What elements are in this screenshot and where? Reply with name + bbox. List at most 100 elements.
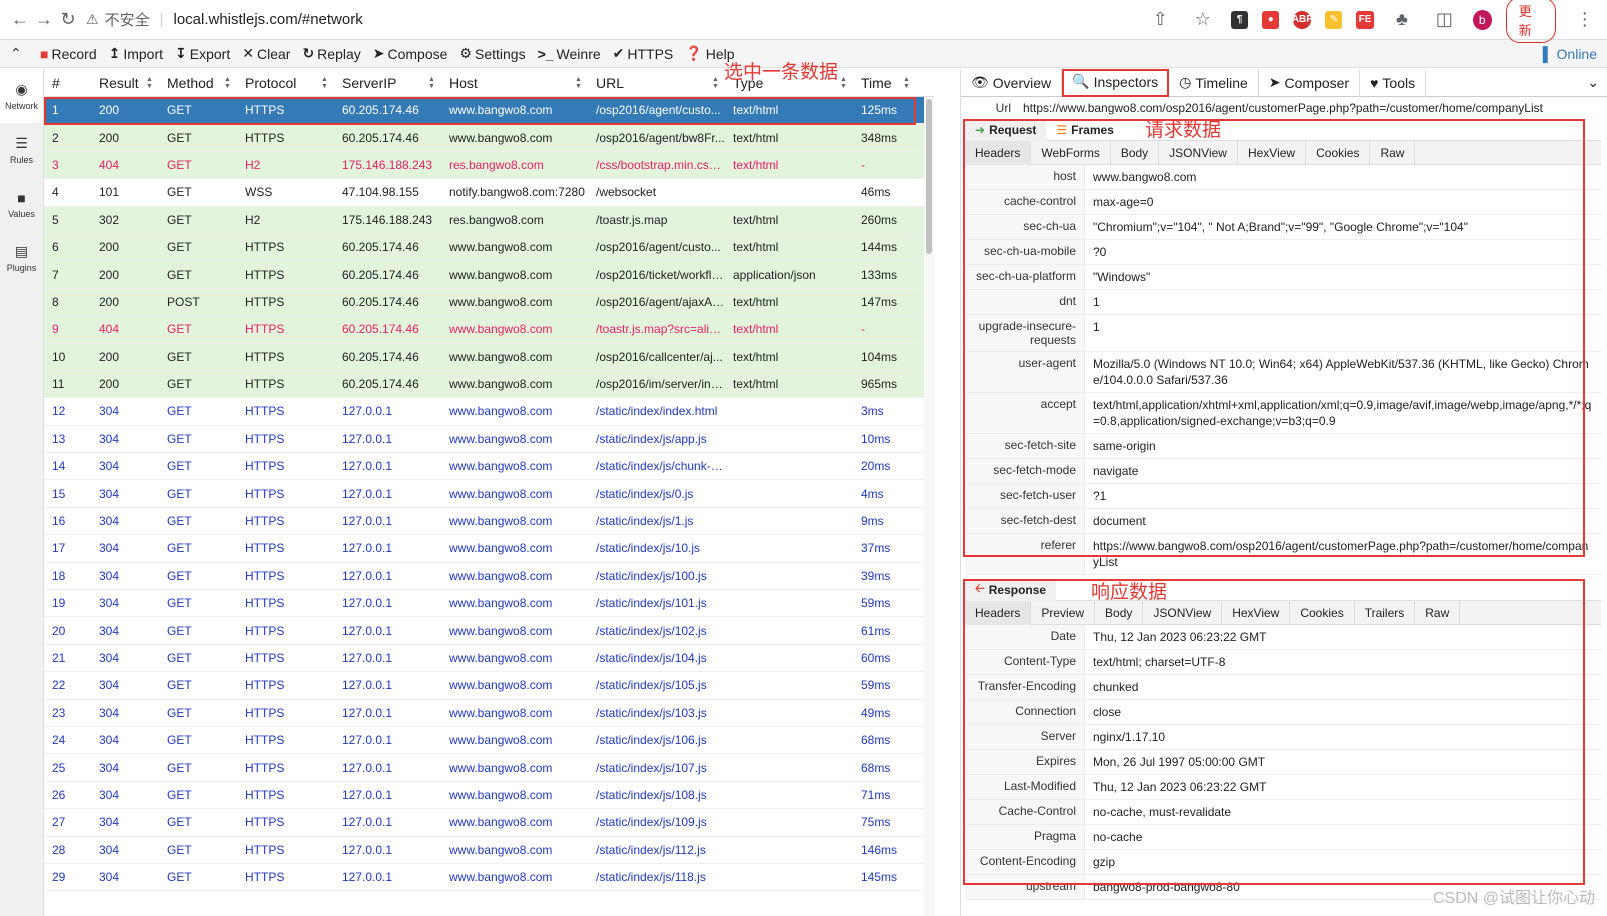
https-button[interactable]: ✔ HTTPS <box>613 45 674 62</box>
request-subtab-body[interactable]: Body <box>1111 140 1160 165</box>
update-button[interactable]: 更新 <box>1505 0 1557 43</box>
request-subtab-cookies[interactable]: Cookies <box>1306 140 1371 165</box>
table-row[interactable]: 8 200 POST HTTPS 60.205.174.46 www.bangwo8.co… <box>44 288 934 317</box>
table-row[interactable]: 23 304 GET HTTPS 127.0.0.1 www.bangwo8.com/st… <box>44 700 934 727</box>
back-icon[interactable]: ← <box>8 5 32 35</box>
extensions-puzzle-icon[interactable]: ♣ <box>1388 5 1417 35</box>
extension-icon[interactable]: ¶ <box>1231 10 1249 29</box>
scrollbar-thumb[interactable] <box>926 99 932 254</box>
request-subtab-webforms[interactable]: WebForms <box>1031 140 1111 165</box>
compose-button[interactable]: ➤ Compose <box>373 45 448 62</box>
address-bar[interactable]: ⚠ 不安全 | local.whistlejs.com/#network <box>86 5 1146 35</box>
table-row[interactable]: 4 101 GET WSS 47.104.98.155 notify.bangwo8.co… <box>44 179 934 207</box>
tab-frames[interactable]: ☰ Frames <box>1046 119 1123 141</box>
table-row[interactable]: 10 200 GET HTTPS 60.205.174.46 www.bangwo8.co… <box>44 343 934 371</box>
col-time-header[interactable]: Time ▲▼ <box>853 75 916 91</box>
sort-icon[interactable]: ▲▼ <box>321 76 328 90</box>
request-subtab-hexview[interactable]: HexView <box>1238 140 1307 165</box>
table-row[interactable]: 15 304 GET HTTPS 127.0.0.1 www.bangwo8.com/st… <box>44 480 934 508</box>
table-row[interactable]: 22 304 GET HTTPS 127.0.0.1 www.bangwo8.com/st… <box>44 672 934 700</box>
table-row[interactable]: 16 304 GET HTTPS 127.0.0.1 www.bangwo8.com/st… <box>44 508 934 536</box>
request-subtab-jsonview[interactable]: JSONView <box>1159 140 1238 165</box>
sort-icon[interactable]: ▲▼ <box>146 76 153 90</box>
table-row[interactable]: 26 304 GET HTTPS 127.0.0.1 www.bangwo8.com/st… <box>44 782 934 810</box>
clear-button[interactable]: ✕ Clear <box>242 45 290 62</box>
nav-network[interactable]: ◉ Network <box>0 69 43 123</box>
table-row[interactable]: 24 304 GET HTTPS 127.0.0.1 www.bangwo8.com/st… <box>44 727 934 755</box>
response-subtab-trailers[interactable]: Trailers <box>1355 600 1416 625</box>
menu-kebab-icon[interactable]: ⋮ <box>1570 5 1599 35</box>
tab-inspectors[interactable]: 🔍 Inspectors <box>1062 68 1170 97</box>
nav-values[interactable]: ■ Values <box>0 177 43 231</box>
record-button[interactable]: ■ Record <box>40 46 97 62</box>
tab-timeline[interactable]: ◷ Timeline <box>1169 68 1259 97</box>
response-subtab-hexview[interactable]: HexView <box>1222 600 1291 625</box>
sort-icon[interactable]: ▲▼ <box>224 76 231 90</box>
tab-request[interactable]: ➜ Request <box>965 118 1047 141</box>
table-row[interactable]: 20 304 GET HTTPS 127.0.0.1 www.bangwo8.com/st… <box>44 617 934 645</box>
adblock-icon[interactable]: ABP <box>1292 10 1313 29</box>
table-row[interactable]: 3 404 GET H2 175.146.188.243 res.bangwo8.com /… <box>44 151 934 180</box>
import-button[interactable]: ↥ Import <box>109 45 163 62</box>
table-row[interactable]: 6 200 GET HTTPS 60.205.174.46 www.bangwo8.com… <box>44 233 934 262</box>
sort-icon[interactable]: ▲▼ <box>428 76 435 90</box>
sidepanel-icon[interactable]: ◫ <box>1430 5 1459 35</box>
col-url-header[interactable]: URL ▲▼ <box>588 75 725 91</box>
table-row[interactable]: 17 304 GET HTTPS 127.0.0.1 www.bangwo8.com/st… <box>44 535 934 563</box>
sort-icon[interactable]: ▲▼ <box>575 76 582 90</box>
request-subtab-headers[interactable]: Headers <box>965 140 1032 165</box>
table-row[interactable]: 12 304 GET HTTPS 127.0.0.1 www.bangwo8.com/st… <box>44 398 934 426</box>
table-row[interactable]: 5 302 GET H2 175.146.188.243 res.bangwo8.com /… <box>44 206 934 234</box>
table-row[interactable]: 21 304 GET HTTPS 127.0.0.1 www.bangwo8.com/st… <box>44 645 934 673</box>
extension-icon[interactable]: ✎ <box>1325 10 1343 29</box>
replay-button[interactable]: ↻ Replay <box>302 45 360 62</box>
reload-icon[interactable]: ↻ <box>56 5 80 35</box>
table-row[interactable]: 7 200 GET HTTPS 60.205.174.46 www.bangwo8.com… <box>44 261 934 289</box>
avatar[interactable]: b <box>1472 9 1492 30</box>
request-subtab-raw[interactable]: Raw <box>1370 140 1416 165</box>
table-row[interactable]: 14 304 GET HTTPS 127.0.0.1 www.bangwo8.com/st… <box>44 453 934 481</box>
table-row[interactable]: 18 304 GET HTTPS 127.0.0.1 www.bangwo8.com/st… <box>44 563 934 591</box>
tab-composer[interactable]: ➤ Composer <box>1259 68 1361 97</box>
table-row[interactable]: 2 200 GET HTTPS 60.205.174.46 www.bangwo8.com… <box>44 124 934 152</box>
export-button[interactable]: ↧ Export <box>175 45 230 62</box>
tab-tools[interactable]: ♥ Tools <box>1360 68 1427 97</box>
bookmark-star-icon[interactable]: ☆ <box>1189 5 1218 35</box>
table-row[interactable]: 19 304 GET HTTPS 127.0.0.1 www.bangwo8.com/st… <box>44 590 934 618</box>
response-subtab-body[interactable]: Body <box>1095 600 1144 625</box>
sort-icon[interactable]: ▲▼ <box>712 76 719 90</box>
table-scrollbar[interactable] <box>924 97 934 916</box>
table-row[interactable]: 29 304 GET HTTPS 127.0.0.1 www.bangwo8.com/st… <box>44 864 934 892</box>
table-row[interactable]: 25 304 GET HTTPS 127.0.0.1 www.bangwo8.com/st… <box>44 754 934 782</box>
response-subtab-preview[interactable]: Preview <box>1031 600 1096 625</box>
response-subtab-raw[interactable]: Raw <box>1415 600 1461 625</box>
col-method-header[interactable]: Method ▲▼ <box>159 75 237 91</box>
response-subtab-jsonview[interactable]: JSONView <box>1143 600 1223 625</box>
weinre-button[interactable]: >_ Weinre <box>538 46 601 62</box>
tab-overview[interactable]: 👁 Overview <box>961 68 1063 97</box>
extension-icon[interactable]: ● <box>1262 10 1280 29</box>
online-status[interactable]: ▌ Online <box>1543 46 1597 62</box>
table-row[interactable]: 27 304 GET HTTPS 127.0.0.1 www.bangwo8.com/st… <box>44 809 934 837</box>
table-row[interactable]: 9 404 GET HTTPS 60.205.174.46 www.bangwo8.com… <box>44 316 934 344</box>
sort-icon[interactable]: ▲▼ <box>903 76 910 90</box>
col-result-header[interactable]: Result ▲▼ <box>91 75 159 91</box>
url-text[interactable]: local.whistlejs.com/#network <box>173 11 362 28</box>
col-serverip-header[interactable]: ServerIP ▲▼ <box>334 75 441 91</box>
settings-button[interactable]: ⚙ Settings <box>459 45 525 62</box>
table-row[interactable]: 1 200 GET HTTPS 60.205.174.46 www.bangwo8.com… <box>44 97 934 125</box>
table-row[interactable]: 13 304 GET HTTPS 127.0.0.1 www.bangwo8.com/st… <box>44 426 934 454</box>
chevron-down-icon[interactable]: ⌄ <box>1587 74 1607 91</box>
response-subtab-headers[interactable]: Headers <box>965 600 1032 625</box>
forward-icon[interactable]: → <box>32 5 56 35</box>
table-row[interactable]: 11 200 GET HTTPS 60.205.174.46 www.bangwo8.co… <box>44 370 934 399</box>
nav-plugins[interactable]: ▤ Plugins <box>0 231 43 285</box>
col-number-header[interactable]: # <box>44 75 91 91</box>
response-subtab-cookies[interactable]: Cookies <box>1290 600 1355 625</box>
collapse-icon[interactable]: ⌃ <box>10 45 40 62</box>
fe-extension-icon[interactable]: FE <box>1356 10 1374 29</box>
col-protocol-header[interactable]: Protocol ▲▼ <box>237 75 334 91</box>
sort-icon[interactable]: ▲▼ <box>840 76 847 90</box>
col-host-header[interactable]: Host ▲▼ <box>441 75 588 91</box>
tab-response[interactable]: 🡠 Response <box>965 578 1057 601</box>
